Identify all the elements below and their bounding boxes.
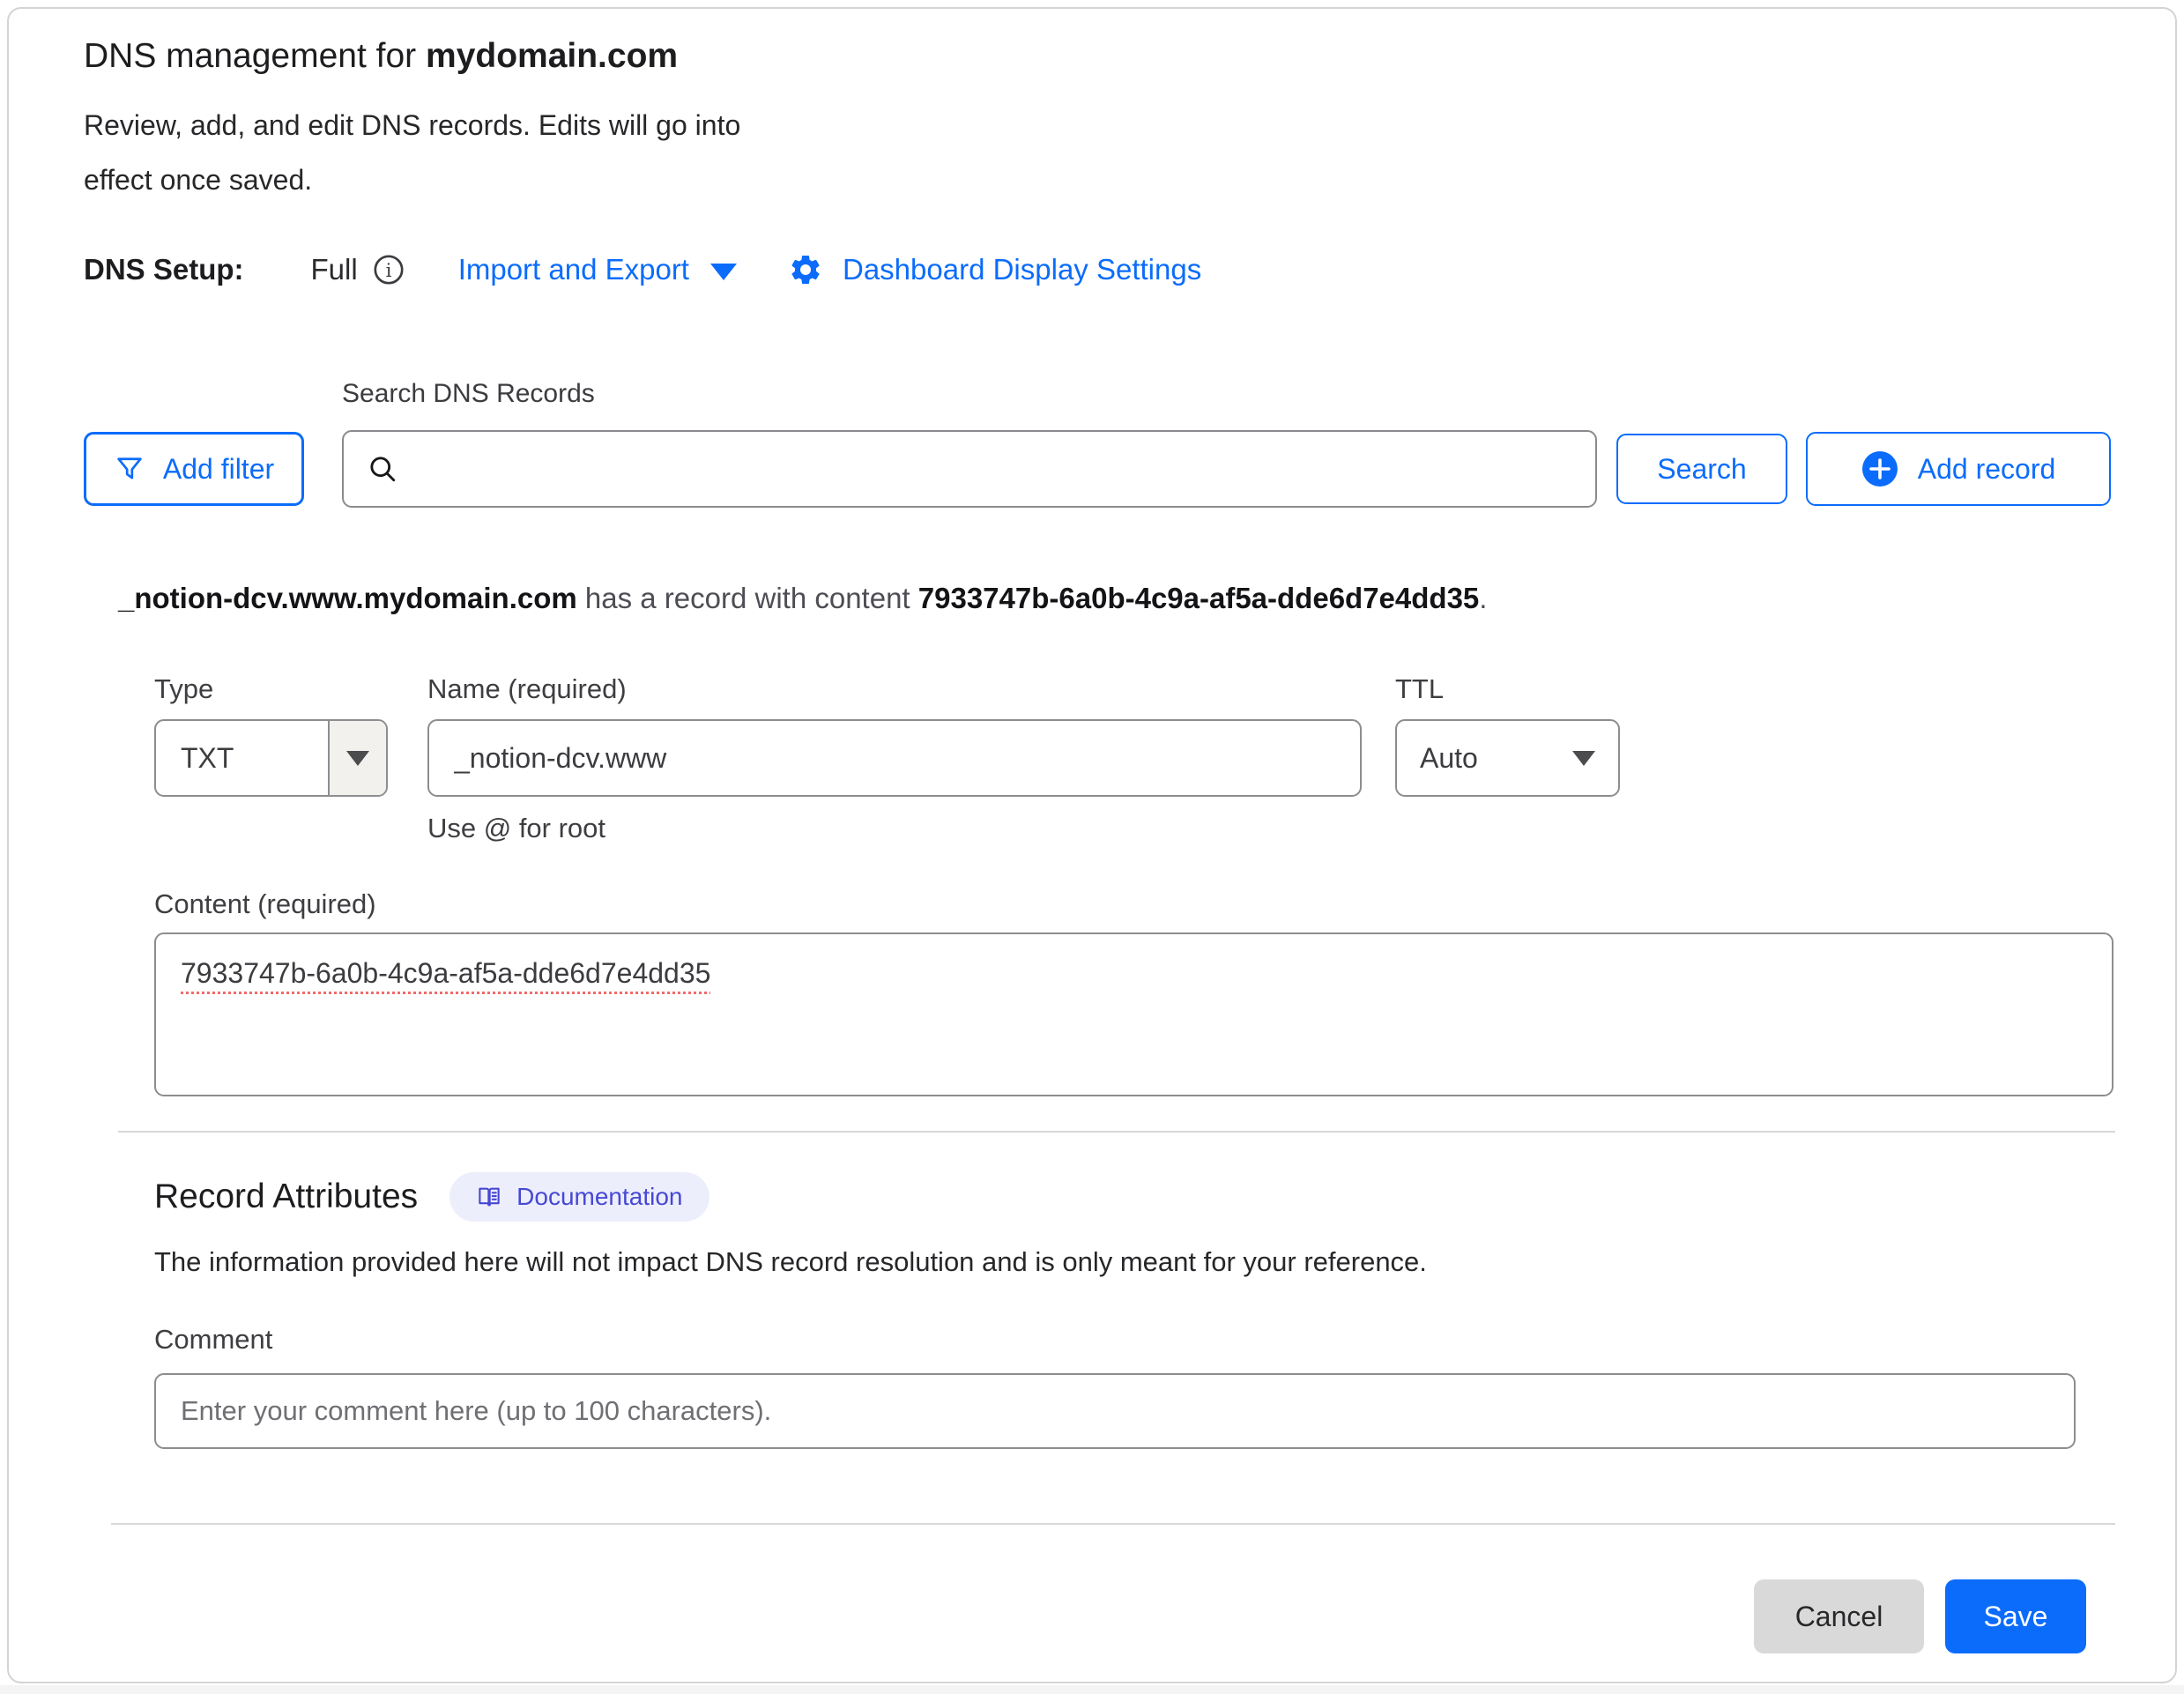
page-background-strip [0, 1685, 2184, 1694]
type-label: Type [154, 673, 388, 709]
dns-setup-row: DNS Setup: Full i Import and Export Dash… [84, 249, 1201, 291]
ttl-field: TTL Auto [1395, 673, 1620, 797]
add-record-button[interactable]: Add record [1806, 432, 2111, 506]
record-attributes-description: The information provided here will not i… [154, 1246, 2113, 1278]
notice-record-name: _notion-dcv.www.mydomain.com [118, 582, 577, 614]
section-divider [118, 1131, 2115, 1133]
documentation-link[interactable]: Documentation [449, 1172, 709, 1222]
ttl-select-value: Auto [1420, 742, 1478, 775]
name-input[interactable] [427, 719, 1362, 797]
content-value: 7933747b-6a0b-4c9a-af5a-dde6d7e4dd35 [181, 957, 710, 989]
notice-record-content: 7933747b-6a0b-4c9a-af5a-dde6d7e4dd35 [918, 582, 1480, 614]
page-title-domain: mydomain.com [426, 37, 678, 75]
chevron-down-icon [1572, 751, 1595, 766]
save-button[interactable]: Save [1945, 1579, 2086, 1653]
name-label: Name (required) [427, 673, 1362, 709]
search-input-wrap [342, 430, 1597, 508]
record-form-row: Type TXT Name (required) Use @ for root … [154, 673, 1620, 844]
content-textarea[interactable]: 7933747b-6a0b-4c9a-af5a-dde6d7e4dd35 [154, 932, 2113, 1096]
search-icon [367, 453, 398, 485]
notice-middle-text: has a record with content [577, 582, 918, 614]
type-select[interactable]: TXT [154, 719, 388, 797]
dns-setup-label: DNS Setup: [84, 253, 244, 286]
type-field: Type TXT [154, 673, 388, 797]
name-hint: Use @ for root [427, 813, 1362, 844]
dashboard-display-settings-label: Dashboard Display Settings [843, 253, 1201, 286]
search-input[interactable] [342, 430, 1597, 508]
type-select-arrow-zone[interactable] [328, 721, 386, 795]
chevron-down-icon [710, 264, 737, 280]
header: DNS management for mydomain.com Review, … [84, 35, 798, 208]
record-attributes-heading-row: Record Attributes Documentation [154, 1172, 2113, 1222]
footer-actions: Cancel Save [1754, 1579, 2086, 1653]
search-dns-records-label: Search DNS Records [342, 379, 595, 409]
footer-divider [111, 1523, 2115, 1525]
cancel-button[interactable]: Cancel [1754, 1579, 1924, 1653]
content-field: Content (required) 7933747b-6a0b-4c9a-af… [154, 888, 2113, 1096]
comment-input[interactable] [154, 1373, 2076, 1449]
ttl-select[interactable]: Auto [1395, 719, 1620, 797]
type-select-value: TXT [156, 742, 328, 775]
filter-funnel-icon [114, 453, 145, 485]
record-attributes-section: Record Attributes Documentation The info… [154, 1172, 2113, 1449]
dashboard-display-settings-link[interactable]: Dashboard Display Settings [788, 252, 1201, 287]
ttl-label: TTL [1395, 673, 1620, 709]
dns-setup-value: Full [311, 253, 358, 286]
import-export-label: Import and Export [458, 253, 689, 286]
record-exists-notice: _notion-dcv.www.mydomain.com has a recor… [118, 582, 1487, 615]
add-filter-button[interactable]: Add filter [84, 432, 304, 506]
svg-text:i: i [385, 260, 391, 282]
name-field: Name (required) Use @ for root [427, 673, 1362, 844]
plus-circle-icon [1861, 450, 1898, 487]
add-filter-label: Add filter [163, 453, 274, 486]
comment-label: Comment [154, 1324, 2113, 1359]
info-icon[interactable]: i [372, 253, 405, 286]
chevron-down-icon [346, 751, 369, 766]
page-title: DNS management for mydomain.com [84, 35, 798, 78]
documentation-label: Documentation [516, 1183, 682, 1211]
search-row: Add filter Search Add record [84, 428, 2111, 509]
add-record-label: Add record [1918, 453, 2056, 486]
page-subtitle: Review, add, and edit DNS records. Edits… [84, 98, 798, 208]
record-attributes-heading: Record Attributes [154, 1178, 418, 1216]
gear-icon [788, 252, 823, 287]
page-title-prefix: DNS management for [84, 37, 426, 75]
dns-management-panel: DNS management for mydomain.com Review, … [7, 7, 2177, 1683]
notice-suffix: . [1479, 582, 1487, 614]
book-icon [476, 1184, 502, 1210]
search-button[interactable]: Search [1616, 434, 1787, 504]
content-label: Content (required) [154, 888, 2113, 924]
import-export-link[interactable]: Import and Export [458, 253, 737, 286]
